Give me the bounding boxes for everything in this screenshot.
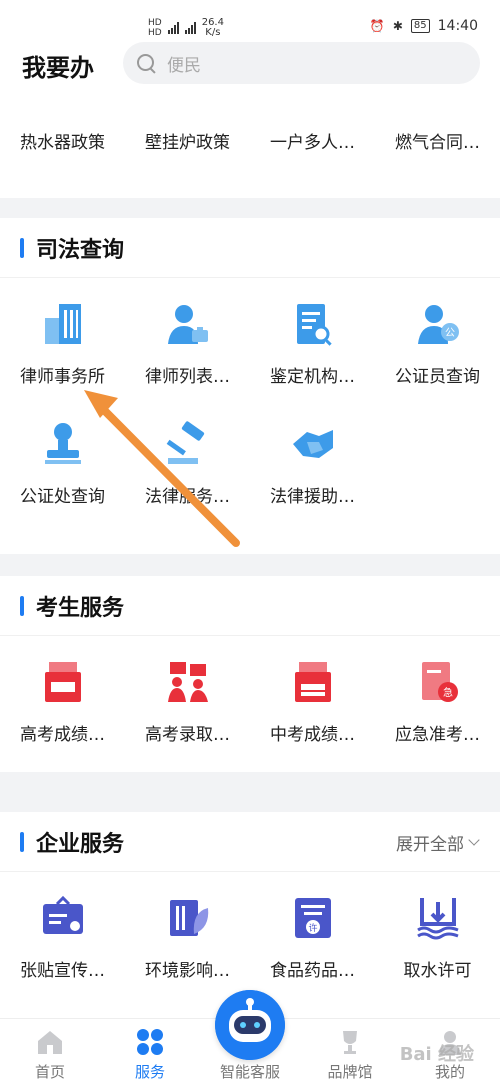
watermark: Bai 经验: [399, 1044, 474, 1065]
food-drug-icon: 许: [294, 898, 331, 938]
grid-item-zhongkao-score[interactable]: 中考成绩…: [250, 636, 375, 756]
admission-icon: [167, 662, 208, 702]
grid-item-label: 高考成绩…: [20, 725, 105, 745]
gavel-icon: [166, 421, 204, 464]
judicial-query-section: 司法查询 律师事务所 律师列表… 鉴定机构… 公 公证员查询 公证处查询 法律服…: [0, 218, 500, 554]
grid-item-label: 张贴宣传…: [20, 961, 105, 981]
grid-item-label: 燃气合同…: [395, 133, 480, 153]
grid-item-notary-office[interactable]: 公证处查询: [0, 398, 125, 518]
grid-item-label: 公证处查询: [20, 487, 105, 507]
notary-stamp-icon: [44, 423, 81, 464]
enterprise-service-section: 企业服务 展开全部 张贴宣传… 环境影响… 许 食品药品… 取水许可: [0, 812, 500, 1018]
grid-item-notary[interactable]: 公 公证员查询: [375, 278, 500, 398]
trophy-icon: [343, 1031, 357, 1054]
clock: 14:40: [437, 18, 478, 34]
grid-item-label: 中考成绩…: [270, 725, 355, 745]
emergency-ticket-icon: 急: [421, 662, 458, 702]
notary-person-icon: 公: [417, 305, 459, 344]
exam-service-section: 考生服务 高考成绩… 高考录取… 中考成绩… 急 应急准考…: [0, 576, 500, 772]
grid-item-label: 一户多人…: [270, 133, 355, 153]
grid-item-label: 公证员查询: [395, 367, 480, 387]
tab-brand-hall[interactable]: 品牌馆: [300, 1019, 400, 1083]
top-bar: HD HD 26.4 K/s ⏰ ✱ 85 14:40 我要办 便民: [0, 0, 500, 100]
grid-item-label: 热水器政策: [20, 133, 105, 153]
grid-item-water-permit[interactable]: 取水许可: [375, 872, 500, 992]
middle-exam-score-icon: [294, 662, 331, 702]
svg-text:公: 公: [445, 328, 455, 339]
grid-item-label: 应急准考…: [395, 725, 480, 745]
grid-item-label: 律师事务所: [20, 367, 105, 387]
bluetooth-icon: ✱: [392, 19, 403, 33]
grid-item-food-drug[interactable]: 许 食品药品…: [250, 872, 375, 992]
section-title: 企业服务: [36, 831, 125, 857]
grid-item-label: 取水许可: [403, 961, 472, 981]
search-placeholder: 便民: [167, 55, 201, 76]
grid-item-emergency-ticket[interactable]: 急 应急准考…: [375, 636, 500, 756]
search-input[interactable]: 便民: [123, 42, 480, 84]
expand-all-label: 展开全部: [396, 835, 464, 855]
grid-item-label: 法律服务…: [145, 487, 230, 507]
section-title: 司法查询: [36, 237, 125, 263]
legal-aid-handshake-icon: [292, 430, 333, 458]
section-accent-bar: [20, 237, 24, 258]
status-bar-left: HD HD 26.4 K/s: [148, 18, 224, 39]
smart-assistant-robot-icon[interactable]: [215, 990, 285, 1060]
tab-home[interactable]: 首页: [0, 1019, 100, 1083]
tab-label: 首页: [34, 1063, 65, 1081]
grid-item-law-firm[interactable]: 律师事务所: [0, 278, 125, 398]
expand-all-button[interactable]: 展开全部: [396, 830, 480, 855]
section-accent-bar: [20, 595, 24, 616]
tab-services[interactable]: 服务: [100, 1019, 200, 1083]
section-header: 考生服务: [0, 576, 500, 636]
battery-icon: 85: [410, 19, 430, 33]
grid-item-gaokao-admission[interactable]: 高考录取…: [125, 636, 250, 756]
grid-item-gaokao-score[interactable]: 高考成绩…: [0, 636, 125, 756]
appraisal-document-icon: [296, 304, 332, 346]
grid-item-label: 法律援助…: [270, 487, 355, 507]
status-bar-right: ⏰ ✱ 85 14:40: [370, 18, 478, 34]
search-icon: [135, 52, 157, 74]
section-header: 司法查询: [0, 218, 500, 278]
grid-item-environment[interactable]: 环境影响…: [125, 872, 250, 992]
network-speed: 26.4 K/s: [202, 18, 224, 38]
grid-item-legal-aid[interactable]: 法律援助…: [250, 398, 375, 518]
grid-item-label: 律师列表…: [145, 367, 230, 387]
grid-item-legal-service[interactable]: 法律服务…: [125, 398, 250, 518]
chevron-down-icon: [468, 834, 480, 846]
home-icon: [38, 1031, 62, 1054]
environment-icon: [169, 900, 208, 936]
tab-label: 服务: [134, 1063, 165, 1081]
sim-icon: HD HD: [148, 18, 162, 38]
svg-text:急: 急: [443, 686, 453, 699]
poster-icon: [42, 895, 83, 934]
tab-label: 智能客服: [219, 1063, 280, 1081]
grid-item-label: 高考录取…: [145, 725, 230, 745]
grid-item-label: 壁挂炉政策: [145, 133, 230, 153]
grid-item-appraisal[interactable]: 鉴定机构…: [250, 278, 375, 398]
grid-item-label: 鉴定机构…: [270, 367, 355, 387]
exam-score-icon: [44, 662, 81, 702]
grid-item-poster[interactable]: 张贴宣传…: [0, 872, 125, 992]
grid-item-label: 环境影响…: [145, 961, 230, 981]
grid-item-lawyer-list[interactable]: 律师列表…: [125, 278, 250, 398]
section-header: 企业服务 展开全部: [0, 812, 500, 872]
signal-icon: [184, 22, 196, 34]
lawyer-icon: [167, 305, 208, 344]
network-speed-unit: K/s: [205, 27, 221, 38]
section-title: 考生服务: [36, 595, 125, 621]
section-accent-bar: [20, 831, 24, 852]
water-permit-icon: [416, 898, 459, 940]
grid-item-label: 食品药品…: [270, 961, 355, 981]
page-title: 我要办: [22, 54, 94, 82]
alarm-icon: ⏰: [369, 19, 385, 33]
signal-icon: [167, 22, 179, 34]
svg-text:许: 许: [308, 922, 317, 934]
law-firm-building-icon: [44, 304, 81, 344]
services-grid-icon: [137, 1029, 163, 1055]
tab-label: 品牌馆: [327, 1063, 373, 1081]
